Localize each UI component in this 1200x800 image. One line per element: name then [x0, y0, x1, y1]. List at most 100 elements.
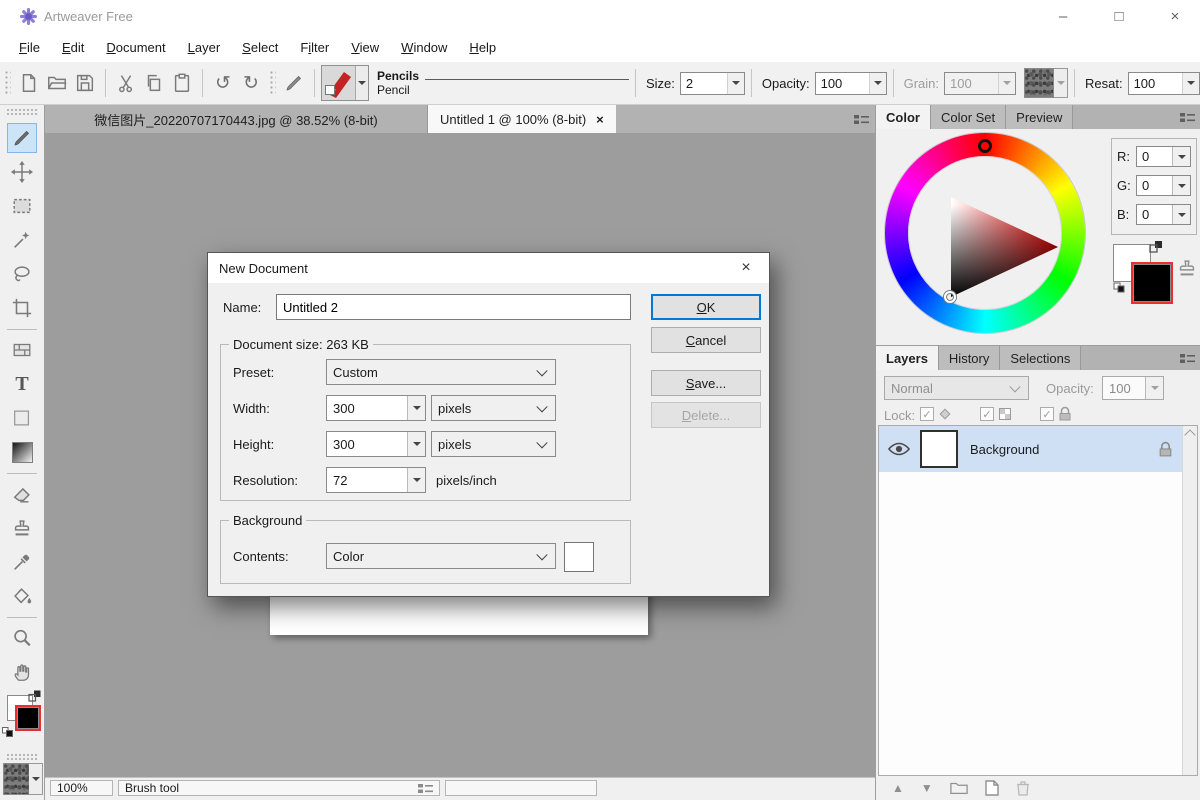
layer-visibility-toggle[interactable] [888, 441, 910, 457]
new-file-button[interactable] [15, 69, 43, 97]
move-layer-up-button[interactable]: ▲ [892, 782, 904, 794]
tab-close-icon[interactable]: × [596, 112, 604, 127]
dropdown-arrow-icon[interactable] [1172, 176, 1190, 195]
tool-shape[interactable] [7, 403, 37, 433]
preset-combo[interactable]: Custom [326, 359, 556, 385]
dropdown-arrow-icon[interactable] [727, 73, 744, 94]
toolbar-grip[interactable] [269, 70, 276, 96]
tool-clone-stamp[interactable] [7, 513, 37, 543]
dropdown-arrow-icon[interactable] [1172, 205, 1190, 224]
save-preset-button[interactable]: Save... [651, 370, 761, 396]
cancel-button[interactable]: Cancel [651, 327, 761, 353]
tool-eyedropper[interactable] [7, 547, 37, 577]
toolbar-grip[interactable] [4, 70, 11, 96]
tool-gradient[interactable] [7, 437, 37, 467]
palette-grip[interactable] [6, 108, 38, 117]
width-unit-combo[interactable]: pixels [431, 395, 556, 421]
resat-combo[interactable]: 100 [1128, 72, 1200, 95]
tool-magic-wand[interactable] [7, 225, 37, 255]
dropdown-arrow-icon[interactable] [1172, 147, 1190, 166]
tab-layers[interactable]: Layers [876, 346, 939, 370]
tool-paint-bucket[interactable] [7, 581, 37, 611]
layer-thumbnail[interactable] [920, 430, 958, 468]
tab-color[interactable]: Color [876, 105, 931, 129]
document-tab-2[interactable]: Untitled 1 @ 100% (8-bit) × [428, 105, 616, 133]
resolution-value-combo[interactable]: 72 [326, 467, 426, 493]
menu-document[interactable]: Document [95, 40, 176, 55]
hue-wheel[interactable] [885, 133, 1085, 333]
default-colors-icon[interactable] [2, 727, 14, 738]
dropdown-arrow-icon[interactable] [1182, 73, 1199, 94]
grain-texture-swatch[interactable] [1024, 68, 1054, 98]
dropdown-arrow-icon[interactable] [407, 396, 425, 420]
tool-move[interactable] [7, 157, 37, 187]
dropdown-arrow-icon[interactable] [407, 468, 425, 492]
contents-combo[interactable]: Color [326, 543, 556, 569]
opacity-combo[interactable]: 100 [815, 72, 887, 95]
tool-pattern[interactable] [7, 335, 37, 365]
r-value-combo[interactable]: 0 [1136, 146, 1191, 167]
layers-panel-menu-button[interactable] [1180, 346, 1200, 370]
dropdown-arrow-icon[interactable] [869, 73, 886, 94]
new-group-button[interactable] [950, 780, 968, 796]
name-input[interactable] [276, 294, 631, 320]
tool-rect-select[interactable] [7, 191, 37, 221]
dialog-title-bar[interactable]: New Document [208, 253, 769, 283]
width-value-combo[interactable]: 300 [326, 395, 426, 421]
menu-view[interactable]: View [340, 40, 390, 55]
b-value-combo[interactable]: 0 [1136, 204, 1191, 225]
save-button[interactable] [71, 69, 99, 97]
size-combo[interactable]: 2 [680, 72, 745, 95]
paste-button[interactable] [168, 69, 196, 97]
layer-name[interactable]: Background [970, 442, 1039, 457]
palette-texture-swatch[interactable] [3, 763, 31, 795]
copy-button[interactable] [140, 69, 168, 97]
cut-button[interactable] [112, 69, 140, 97]
tool-text[interactable]: T [7, 369, 37, 399]
minimize-button[interactable]: – [1040, 0, 1086, 32]
color-panel-menu-button[interactable] [1180, 105, 1200, 129]
menu-edit[interactable]: Edit [51, 40, 95, 55]
g-value-combo[interactable]: 0 [1136, 175, 1191, 196]
tab-history[interactable]: History [939, 346, 1000, 370]
ok-button[interactable]: OK [651, 294, 761, 320]
layer-list-scrollbar[interactable] [1182, 426, 1197, 775]
hue-marker[interactable] [978, 139, 992, 153]
dropdown-arrow-icon[interactable] [407, 432, 425, 456]
palette-texture-dropdown[interactable] [29, 763, 43, 795]
tab-bar-menu-button[interactable] [854, 105, 875, 133]
tool-zoom[interactable] [7, 623, 37, 653]
brush-preview-button[interactable] [321, 65, 369, 101]
layer-row-background[interactable]: Background [879, 426, 1182, 472]
color-stamp-icon[interactable] [1176, 257, 1198, 279]
tab-color-set[interactable]: Color Set [931, 105, 1006, 129]
status-menu-icon[interactable] [418, 783, 433, 794]
height-unit-combo[interactable]: pixels [431, 431, 556, 457]
saturation-marker[interactable] [944, 291, 956, 303]
redo-button[interactable]: ↻ [237, 69, 265, 97]
tool-eraser[interactable] [7, 479, 37, 509]
swap-colors-icon[interactable] [28, 690, 42, 702]
menu-file[interactable]: File [8, 40, 51, 55]
tool-hand[interactable] [7, 657, 37, 687]
zoom-level-field[interactable]: 100% [50, 780, 113, 796]
tool-brush[interactable] [7, 123, 37, 153]
palette-grip[interactable] [6, 753, 38, 762]
panel-foreground-color-swatch[interactable] [1131, 262, 1173, 304]
height-value-combo[interactable]: 300 [326, 431, 426, 457]
grain-texture-dropdown[interactable] [1054, 68, 1068, 98]
edit-brush-button[interactable] [280, 69, 308, 97]
dialog-close-button[interactable]: × [733, 257, 759, 279]
foreground-color-swatch[interactable] [15, 705, 41, 731]
tool-lasso[interactable] [7, 259, 37, 289]
tab-preview[interactable]: Preview [1006, 105, 1073, 129]
brush-preview-dropdown[interactable] [355, 66, 368, 100]
tool-crop[interactable] [7, 293, 37, 323]
open-button[interactable] [43, 69, 71, 97]
menu-layer[interactable]: Layer [177, 40, 232, 55]
default-colors-icon[interactable] [1113, 282, 1126, 294]
background-color-picker-swatch[interactable] [564, 542, 594, 572]
menu-help[interactable]: Help [458, 40, 507, 55]
undo-button[interactable]: ↺ [209, 69, 237, 97]
new-layer-button[interactable] [985, 780, 999, 796]
